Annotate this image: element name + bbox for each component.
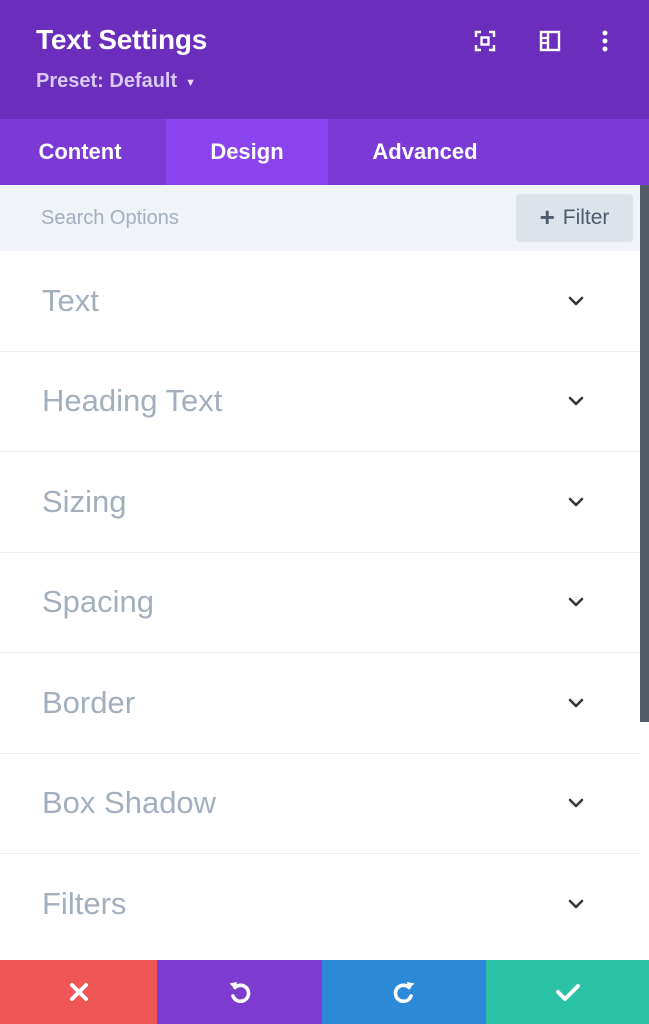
option-group-sizing[interactable]: Sizing: [0, 452, 640, 553]
option-group-filters[interactable]: Filters: [0, 854, 640, 955]
chevron-down-icon: [568, 899, 584, 909]
option-group-label: Heading Text: [42, 383, 223, 419]
tab-design[interactable]: Design: [166, 119, 328, 185]
option-groups: Text Heading Text Sizing Spacing Border …: [0, 251, 640, 955]
check-icon: [555, 984, 580, 1001]
cancel-button[interactable]: [0, 960, 157, 1024]
tab-content[interactable]: Content: [0, 119, 166, 185]
option-group-label: Text: [42, 282, 99, 318]
panel-header: Text Settings Preset: Default ▼: [0, 0, 649, 119]
search-input[interactable]: [0, 185, 500, 251]
option-group-spacing[interactable]: Spacing: [0, 553, 640, 653]
option-group-label: Spacing: [42, 584, 155, 620]
action-bar: [0, 960, 649, 1024]
settings-panel: Text Settings Preset: Default ▼ Content …: [0, 0, 649, 1024]
undo-icon: [229, 982, 250, 1004]
option-group-label: Sizing: [42, 483, 127, 519]
option-group-text[interactable]: Text: [0, 251, 640, 352]
option-group-label: Box Shadow: [42, 785, 217, 821]
redo-icon: [393, 982, 415, 1004]
option-group-border[interactable]: Border: [0, 653, 640, 754]
split-view-icon[interactable]: [537, 28, 563, 54]
chevron-down-icon: [568, 497, 584, 507]
chevron-down-icon: [568, 296, 584, 306]
more-options-icon[interactable]: [592, 28, 618, 54]
panel-title: Text Settings: [36, 24, 208, 55]
save-button[interactable]: [486, 960, 649, 1024]
chevron-down-icon: [568, 597, 584, 607]
focus-mode-icon[interactable]: [472, 28, 498, 54]
chevron-down-icon: [568, 698, 584, 708]
filter-label: Filter: [562, 206, 610, 229]
option-group-label: Filters: [42, 886, 127, 922]
filter-button[interactable]: + Filter: [516, 194, 633, 242]
option-group-label: Border: [42, 684, 136, 720]
scrollbar[interactable]: [640, 185, 649, 722]
chevron-down-icon: [568, 396, 584, 406]
option-group-box-shadow[interactable]: Box Shadow: [0, 754, 640, 854]
preset-dropdown[interactable]: Preset: Default ▼: [36, 70, 196, 93]
tab-bar: Content Design Advanced: [0, 119, 649, 185]
undo-button[interactable]: [157, 960, 322, 1024]
redo-button[interactable]: [322, 960, 486, 1024]
plus-icon: +: [539, 202, 555, 232]
caret-down-icon: ▼: [185, 76, 197, 89]
close-icon: [69, 983, 88, 1001]
preset-label: Preset: Default: [36, 70, 178, 92]
option-group-heading-text[interactable]: Heading Text: [0, 352, 640, 452]
chevron-down-icon: [568, 798, 584, 808]
search-bar: + Filter: [0, 185, 640, 251]
tab-advanced[interactable]: Advanced: [328, 119, 522, 185]
